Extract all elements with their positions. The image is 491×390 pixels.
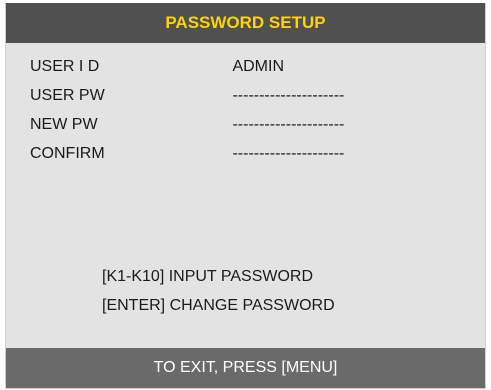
user-pw-label: USER PW (30, 87, 105, 104)
field-row-user-id: USER I D ADMIN (30, 58, 284, 76)
user-id-value[interactable]: ADMIN (232, 58, 284, 76)
field-row-confirm: CONFIRM --------------------- (30, 145, 344, 163)
field-row-user-pw: USER PW --------------------- (30, 87, 344, 105)
exit-hint-bar: TO EXIT, PRESS [MENU] (6, 348, 485, 388)
field-row-new-pw: NEW PW --------------------- (30, 116, 344, 134)
confirm-label: CONFIRM (30, 145, 105, 162)
instruction-input-password: [K1-K10] INPUT PASSWORD (102, 268, 314, 285)
instruction-change-password: [ENTER] CHANGE PASSWORD (102, 297, 335, 314)
new-pw-label: NEW PW (30, 116, 98, 133)
new-pw-field[interactable]: --------------------- (232, 116, 344, 134)
user-id-label: USER I D (30, 58, 100, 75)
page-title: PASSWORD SETUP (6, 3, 485, 43)
confirm-pw-field[interactable]: --------------------- (232, 145, 344, 163)
password-setup-panel: PASSWORD SETUP USER I D ADMIN USER PW --… (5, 3, 486, 389)
user-pw-field[interactable]: --------------------- (232, 87, 344, 105)
